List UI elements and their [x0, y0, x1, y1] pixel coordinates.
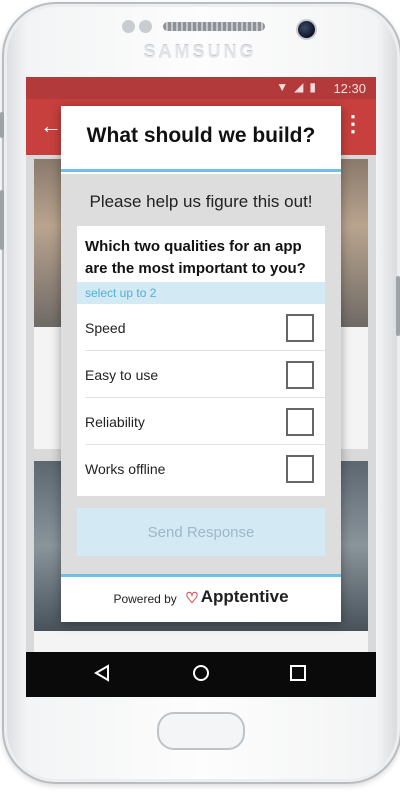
status-icons: ▼◢▮ — [276, 80, 322, 94]
survey-title: What should we build? — [86, 124, 316, 147]
checkbox[interactable] — [286, 408, 314, 436]
volume-up-button[interactable] — [0, 112, 4, 138]
option-reliability[interactable]: Reliability — [77, 398, 325, 445]
sensor-dots — [122, 20, 158, 34]
powered-by-label: Powered by — [113, 591, 177, 606]
apptentive-name: Apptentive — [200, 587, 289, 606]
title-divider — [61, 169, 341, 172]
checkbox[interactable] — [286, 314, 314, 342]
navigation-bar — [26, 652, 376, 697]
option-speed[interactable]: Speed — [77, 304, 325, 351]
nav-back-icon[interactable] — [92, 663, 112, 683]
checkbox[interactable] — [286, 455, 314, 483]
heart-icon: ♡ — [185, 589, 199, 607]
nav-home-icon[interactable] — [191, 663, 211, 683]
survey-intro: Please help us figure this out! — [89, 192, 313, 211]
option-label: Reliability — [85, 414, 145, 430]
apptentive-logo[interactable]: ♡ Apptentive — [181, 587, 288, 607]
selection-hint: select up to 2 — [77, 282, 325, 304]
speaker-grille — [163, 22, 265, 31]
survey-dialog: What should we build? Please help us fig… — [61, 106, 341, 622]
checkbox[interactable] — [286, 361, 314, 389]
option-works-offline[interactable]: Works offline — [77, 445, 325, 492]
back-arrow-icon[interactable]: ← — [40, 113, 62, 139]
wifi-icon: ▼ — [276, 80, 295, 94]
option-label: Speed — [85, 320, 126, 336]
device-brand: SAMSUNG — [143, 42, 257, 62]
battery-icon: ▮ — [309, 80, 322, 94]
status-time: 12:30 — [333, 81, 366, 96]
power-button[interactable] — [396, 276, 400, 336]
overflow-menu-icon[interactable]: ⋮ — [342, 111, 364, 137]
option-easy-to-use[interactable]: Easy to use — [77, 351, 325, 398]
volume-down-button[interactable] — [0, 190, 4, 250]
front-camera-icon — [296, 19, 317, 40]
send-response-button[interactable]: Send Response — [77, 508, 325, 556]
option-label: Easy to use — [85, 367, 159, 383]
question-card: Which two qualities for an app are the m… — [77, 226, 325, 496]
question-text: Which two qualities for an app are the m… — [85, 238, 306, 277]
status-bar: ▼◢▮ 12:30 — [26, 77, 376, 99]
signal-icon: ◢ — [294, 80, 310, 94]
nav-recents-icon[interactable] — [288, 663, 308, 683]
option-label: Works offline — [85, 461, 166, 477]
powered-by-footer: Powered by ♡ Apptentive — [61, 577, 341, 622]
physical-home-button[interactable] — [157, 712, 245, 750]
